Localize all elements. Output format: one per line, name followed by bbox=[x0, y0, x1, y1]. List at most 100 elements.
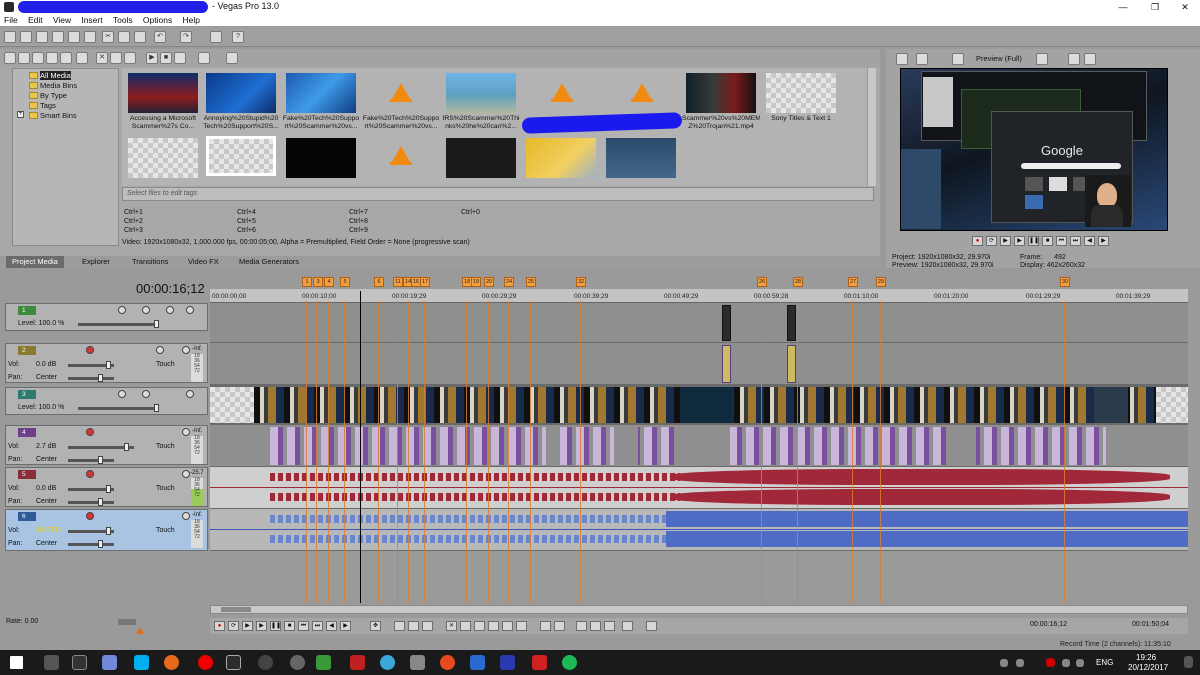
menu-view[interactable]: View bbox=[49, 14, 75, 26]
audio-clip[interactable] bbox=[722, 345, 731, 383]
rate-slider[interactable] bbox=[118, 619, 136, 625]
prev-frame-icon[interactable]: ◀ bbox=[326, 621, 337, 631]
redo-icon[interactable]: ↷ bbox=[180, 31, 192, 43]
mute-icon[interactable] bbox=[186, 390, 194, 398]
copy-snapshot-icon[interactable] bbox=[1068, 53, 1080, 65]
pan-value[interactable]: Center bbox=[36, 374, 57, 381]
video-clip[interactable] bbox=[722, 305, 731, 341]
vol-value[interactable]: 2.7 dB bbox=[36, 443, 56, 450]
tray-icon[interactable] bbox=[1016, 659, 1024, 667]
prev-frame-icon[interactable]: ◀ bbox=[1084, 236, 1095, 246]
media-thumb-3[interactable] bbox=[286, 73, 356, 113]
media-thumb-12[interactable] bbox=[446, 138, 516, 178]
preview-properties-icon[interactable] bbox=[896, 53, 908, 65]
lane-audio-6[interactable] bbox=[210, 509, 1188, 551]
track-header-3[interactable]: 3 Level: 100.0 % bbox=[5, 387, 208, 415]
app-icon[interactable] bbox=[410, 655, 425, 670]
marker[interactable]: 32 bbox=[576, 277, 586, 287]
rate-slider-knob[interactable] bbox=[136, 627, 144, 634]
go-start-icon[interactable]: ⏮ bbox=[298, 621, 309, 631]
arm-record-icon[interactable] bbox=[86, 470, 94, 478]
media-thumb-5[interactable] bbox=[446, 73, 516, 113]
marker[interactable]: 28 bbox=[793, 277, 803, 287]
media-properties-icon[interactable] bbox=[110, 52, 122, 64]
tag-shortcut[interactable]: Ctrl+7 bbox=[349, 209, 368, 216]
render-as-icon[interactable] bbox=[210, 31, 222, 43]
clock-date[interactable]: 20/12/2017 bbox=[1128, 663, 1168, 672]
media-thumb-13[interactable] bbox=[526, 138, 596, 178]
media-thumb-6[interactable] bbox=[686, 73, 756, 113]
fx-icon[interactable] bbox=[142, 306, 150, 314]
go-end-icon[interactable]: ⏭ bbox=[312, 621, 323, 631]
auto-crossfade-icon[interactable] bbox=[590, 621, 601, 631]
loop-icon[interactable]: ⟳ bbox=[228, 621, 239, 631]
vol-value-muted[interactable]: MUTED bbox=[36, 527, 61, 534]
tab-explorer[interactable]: Explorer bbox=[76, 256, 116, 268]
pan-slider[interactable] bbox=[68, 377, 114, 380]
motion-icon[interactable] bbox=[118, 390, 126, 398]
opera-icon[interactable] bbox=[198, 655, 213, 670]
marker[interactable]: 20 bbox=[484, 277, 494, 287]
marker[interactable]: 24 bbox=[504, 277, 514, 287]
region-icon[interactable] bbox=[554, 621, 565, 631]
zoom-tool-icon[interactable] bbox=[422, 621, 433, 631]
tag-shortcut[interactable]: Ctrl+5 bbox=[237, 218, 256, 225]
fx-icon[interactable] bbox=[142, 390, 150, 398]
minimize-button[interactable]: — bbox=[1108, 0, 1138, 14]
tree-all-media[interactable]: All Media bbox=[29, 71, 71, 81]
marker-bar[interactable]: 1 3 4 5 6 11 14 16 17 18 19 20 24 25 32 … bbox=[210, 277, 1188, 289]
windows-start-icon[interactable] bbox=[10, 656, 23, 669]
delete-icon[interactable]: ✕ bbox=[446, 621, 457, 631]
level-slider-knob[interactable] bbox=[154, 320, 159, 328]
menu-insert[interactable]: Insert bbox=[77, 14, 106, 26]
tag-shortcut[interactable]: Ctrl+4 bbox=[237, 209, 256, 216]
envelope-tool-icon[interactable] bbox=[394, 621, 405, 631]
tab-media-generators[interactable]: Media Generators bbox=[233, 256, 305, 268]
pan-value[interactable]: Center bbox=[36, 540, 57, 547]
overlays-icon[interactable] bbox=[1036, 53, 1048, 65]
mute-icon[interactable] bbox=[182, 428, 190, 436]
undo-icon[interactable]: ↶ bbox=[154, 31, 166, 43]
trim-icon[interactable] bbox=[460, 621, 471, 631]
media-info-icon[interactable] bbox=[124, 52, 136, 64]
app-icon[interactable] bbox=[316, 655, 331, 670]
pan-knob[interactable] bbox=[98, 374, 103, 382]
stop-media-icon[interactable]: ■ bbox=[160, 52, 172, 64]
marker[interactable]: 1 bbox=[302, 277, 312, 287]
save-icon[interactable] bbox=[36, 31, 48, 43]
marker[interactable]: 17 bbox=[420, 277, 430, 287]
play-media-icon[interactable]: ▶ bbox=[146, 52, 158, 64]
render-icon[interactable] bbox=[68, 31, 80, 43]
normal-edit-tool-icon[interactable]: ✥ bbox=[370, 621, 381, 631]
next-frame-icon[interactable]: ▶ bbox=[340, 621, 351, 631]
lock-icon[interactable] bbox=[516, 621, 527, 631]
snapping-icon[interactable] bbox=[576, 621, 587, 631]
copy-icon[interactable] bbox=[118, 31, 130, 43]
marker[interactable]: 6 bbox=[374, 277, 384, 287]
automation-mode[interactable]: Touch bbox=[156, 443, 175, 450]
pause-icon[interactable]: ❚❚ bbox=[1028, 236, 1039, 246]
marker[interactable]: 19 bbox=[471, 277, 481, 287]
app-icon[interactable] bbox=[380, 655, 395, 670]
mute-icon[interactable] bbox=[182, 512, 190, 520]
refresh-icon[interactable] bbox=[46, 52, 58, 64]
vol-value[interactable]: 0.0 dB bbox=[36, 485, 56, 492]
external-monitor-icon[interactable] bbox=[916, 53, 928, 65]
app-icon[interactable] bbox=[290, 655, 305, 670]
track-header-1[interactable]: 1 Level: 100.0 % bbox=[5, 303, 208, 331]
tag-shortcut[interactable]: Ctrl+0 bbox=[461, 209, 480, 216]
track-header-5[interactable]: 5 Vol: 0.0 dB Touch Pan: Center -25.7 18… bbox=[5, 467, 208, 507]
pause-icon[interactable]: ❚❚ bbox=[270, 621, 281, 631]
tray-icon[interactable] bbox=[1000, 659, 1008, 667]
tag-shortcut[interactable]: Ctrl+9 bbox=[349, 227, 368, 234]
track-header-4[interactable]: 4 Vol: 2.7 dB Touch Pan: Center -Inf. 18… bbox=[5, 425, 208, 465]
lane-video-1[interactable] bbox=[210, 303, 1188, 343]
play-icon[interactable]: ▶ bbox=[256, 621, 267, 631]
firefox-icon[interactable] bbox=[164, 655, 179, 670]
track-header-6[interactable]: 6 Vol: MUTED Touch Pan: Center -Inf. 18 3… bbox=[5, 509, 208, 551]
media-scrollbar[interactable] bbox=[867, 68, 876, 186]
import-media-icon[interactable] bbox=[4, 52, 16, 64]
view-mode-icon[interactable] bbox=[198, 52, 210, 64]
split-icon[interactable] bbox=[502, 621, 513, 631]
media-thumb-14[interactable] bbox=[606, 138, 676, 178]
